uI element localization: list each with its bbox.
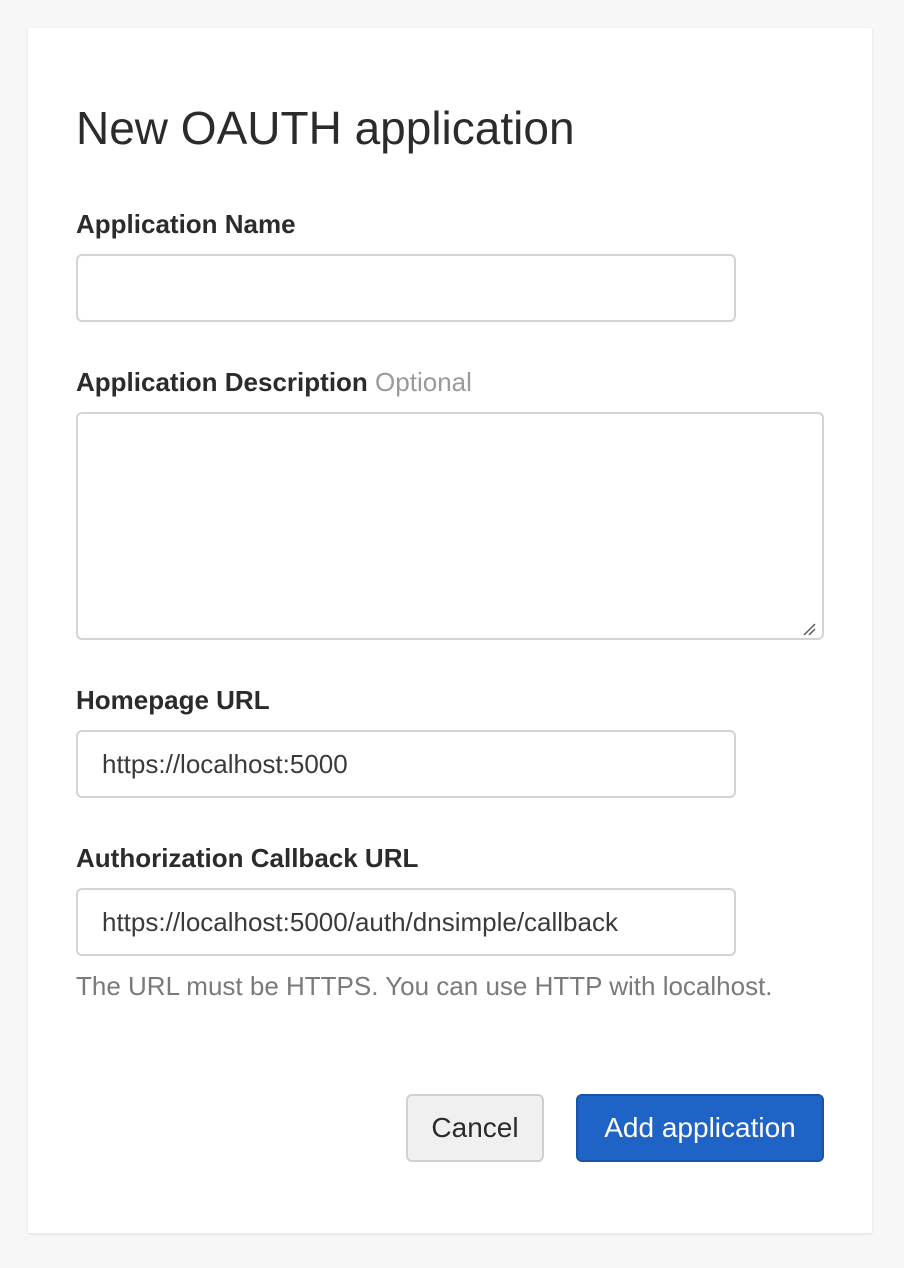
optional-tag: Optional [375, 367, 472, 397]
application-name-input[interactable] [76, 254, 736, 322]
callback-url-input[interactable] [76, 888, 736, 956]
homepage-url-label-text: Homepage URL [76, 685, 270, 715]
add-application-button[interactable]: Add application [576, 1094, 824, 1162]
oauth-form-card: New OAUTH application Application Name A… [28, 28, 872, 1233]
homepage-url-label: Homepage URL [76, 684, 270, 716]
cancel-button[interactable]: Cancel [406, 1094, 544, 1162]
application-name-label: Application Name [76, 208, 296, 240]
homepage-url-input[interactable] [76, 730, 736, 798]
callback-url-help-text: The URL must be HTTPS. You can use HTTP … [76, 971, 773, 1001]
callback-url-label: Authorization Callback URL [76, 842, 418, 874]
application-description-label: Application Description Optional [76, 366, 472, 398]
application-name-label-text: Application Name [76, 209, 296, 239]
page-title: New OAUTH application [76, 102, 575, 154]
application-description-label-text: Application Description [76, 367, 368, 397]
resize-grip-icon[interactable] [802, 622, 816, 636]
callback-url-label-text: Authorization Callback URL [76, 843, 419, 873]
application-description-textarea[interactable] [76, 412, 824, 640]
